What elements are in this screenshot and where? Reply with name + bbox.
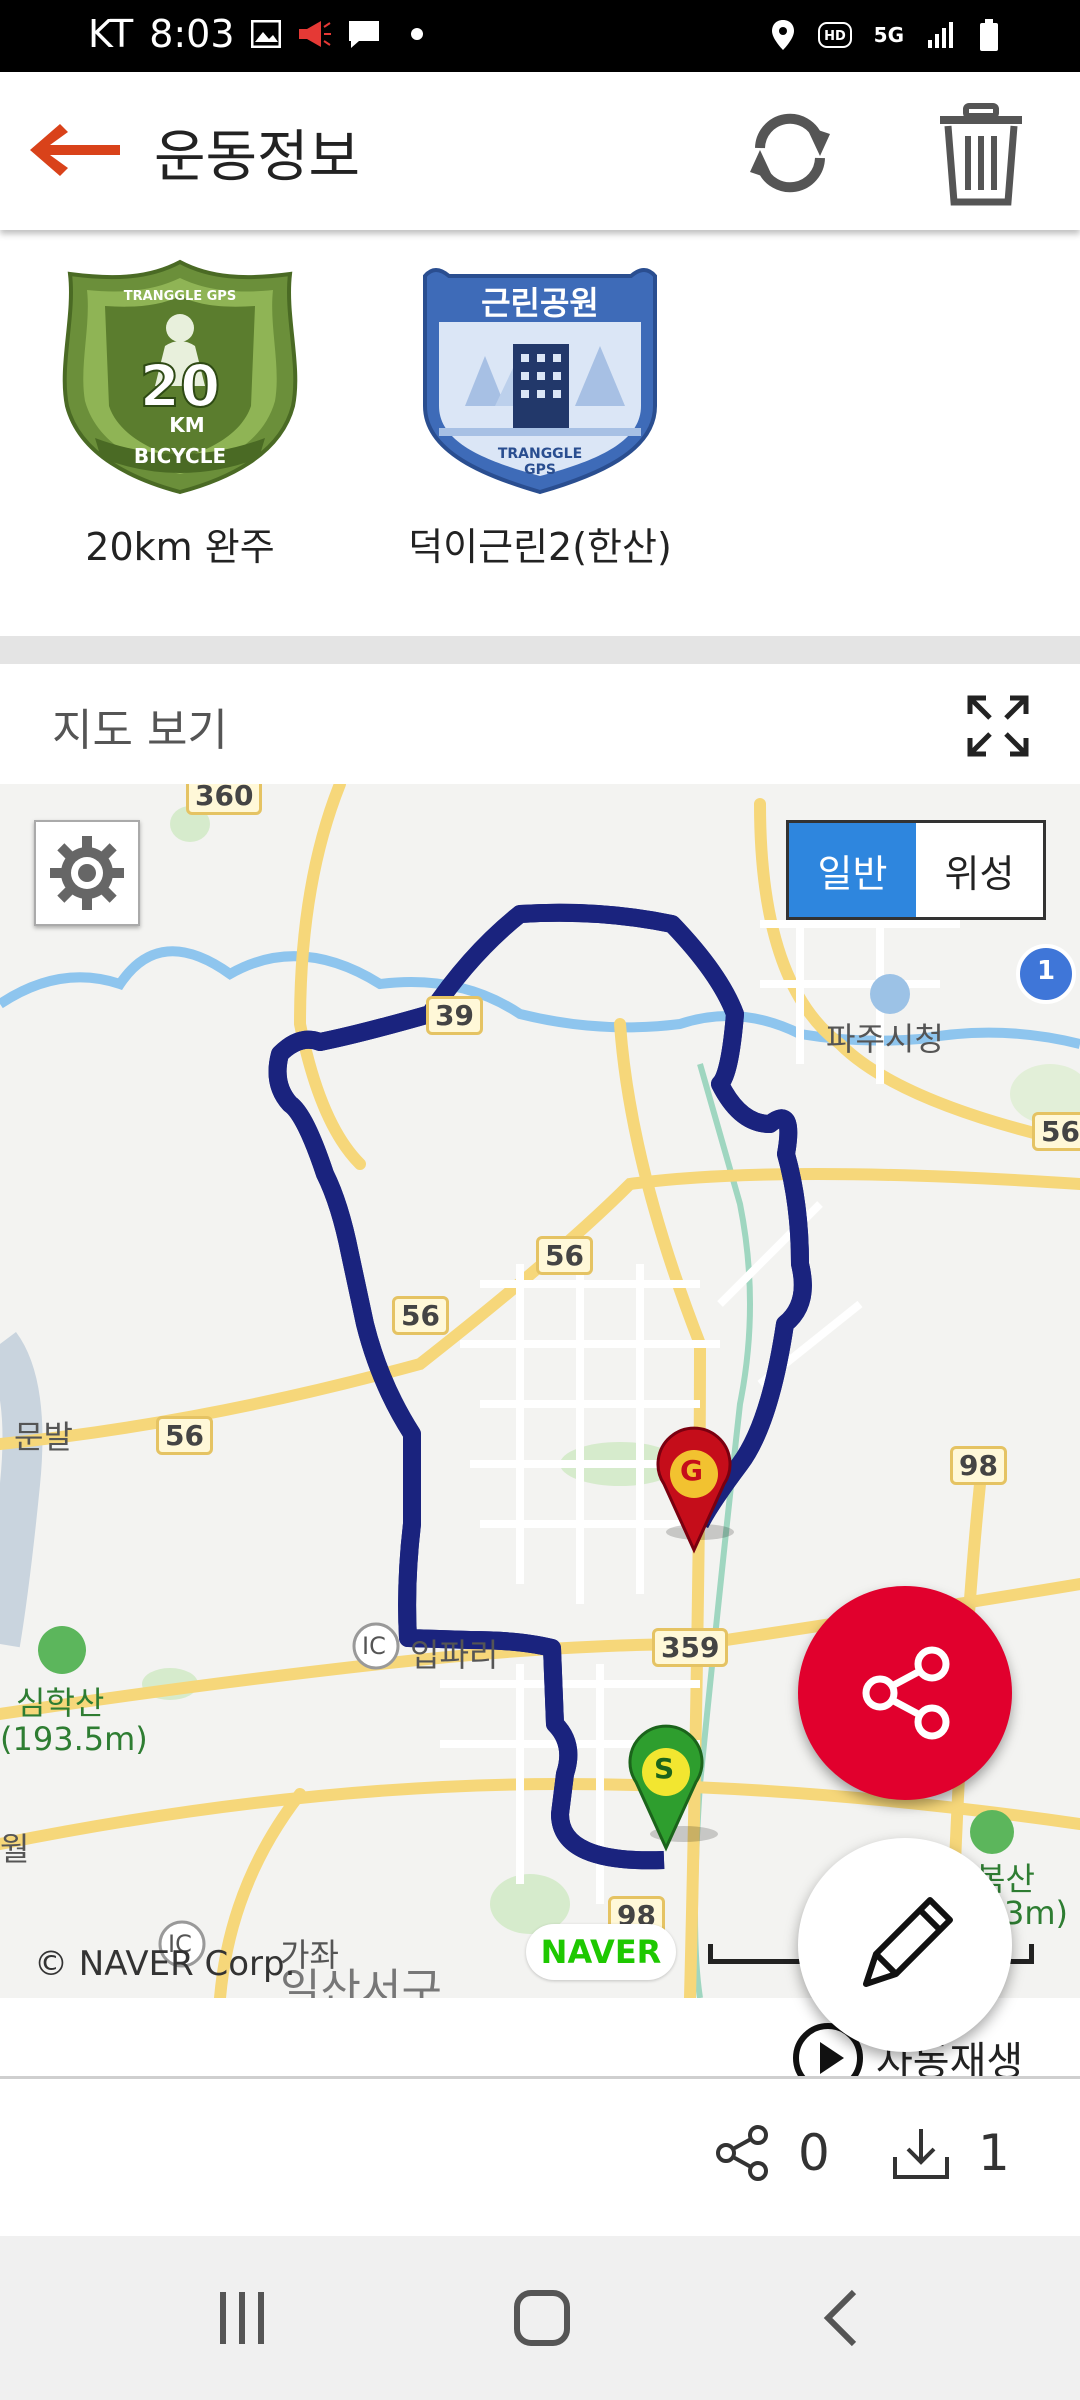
- road-shield: 56: [536, 1236, 593, 1275]
- wol-label: 월: [0, 1830, 30, 1868]
- network-type: 5G: [873, 23, 904, 47]
- munbal-label: 문발: [14, 1418, 73, 1456]
- status-right: HD 5G: [770, 18, 1000, 52]
- hd-voice-icon: HD: [817, 22, 852, 48]
- pencil-icon: [863, 1897, 953, 1987]
- goal-label: G: [680, 1454, 703, 1487]
- ilsanseogu-label: 일산서구: [280, 1965, 442, 1998]
- badge-label: 20km 완주: [85, 525, 275, 569]
- badge1-unit: KM: [169, 413, 204, 437]
- download-count-button[interactable]: 1: [890, 2123, 1010, 2183]
- recent-apps-icon[interactable]: [212, 2288, 272, 2348]
- map-copyright: © NAVER Corp.: [34, 1944, 296, 1984]
- badge2-brand-2: GPS: [524, 462, 556, 478]
- road-marker-1: 1: [1036, 956, 1056, 986]
- badge-label: 덕이근린2(한산): [408, 525, 672, 569]
- map-canvas: [0, 784, 1080, 1998]
- simhak-height-label: (193.5m): [0, 1720, 148, 1758]
- location-icon: [771, 20, 794, 50]
- battery-icon: [980, 19, 998, 51]
- map-mode-normal[interactable]: 일반: [789, 823, 916, 917]
- map-type-toggle: 일반 위성: [786, 820, 1046, 920]
- park-badge-icon: 근린공원 TRANGGLE GPS: [423, 268, 657, 495]
- download-icon: [893, 2129, 949, 2179]
- road-shield: 360: [186, 784, 263, 815]
- system-nav-bar: [0, 2236, 1080, 2400]
- section-divider: [0, 636, 1080, 664]
- road-shield: 56: [156, 1416, 213, 1455]
- home-icon[interactable]: [512, 2288, 572, 2348]
- naver-logo[interactable]: NAVER: [526, 1924, 676, 1980]
- road-shield: 39: [426, 996, 483, 1035]
- badge1-brand: TRANGGLE GPS: [124, 289, 236, 304]
- share-outline-icon: [716, 2125, 768, 2181]
- share-count: 0: [798, 2124, 830, 2182]
- share-fab-button[interactable]: [798, 1586, 1012, 1800]
- stats-bar: 0 1: [0, 2076, 1080, 2236]
- badge-bicycle-20km[interactable]: TRANGGLE GPS 20 KM BICYCLE 20km 완주: [40, 256, 320, 571]
- road-shield: 359: [652, 1628, 729, 1667]
- carrier-label: KT: [88, 12, 134, 56]
- nav-back-icon[interactable]: [812, 2288, 872, 2348]
- status-bar: KT 8:03 HD 5G: [0, 0, 1080, 72]
- city-hall-label: 파주시청: [826, 1020, 944, 1058]
- road-shield: 56: [1032, 1112, 1080, 1151]
- share-icon: [862, 1646, 950, 1740]
- bicycle-badge-icon: TRANGGLE GPS 20 KM BICYCLE: [62, 259, 298, 495]
- badge1-ribbon: BICYCLE: [134, 444, 226, 468]
- share-count-button[interactable]: 0: [712, 2123, 830, 2183]
- badge2-brand-1: TRANGGLE: [498, 446, 582, 462]
- back-arrow-icon[interactable]: [26, 120, 122, 180]
- map-settings-button[interactable]: [34, 820, 140, 926]
- app-header: 운동정보: [0, 72, 1080, 230]
- signal-icon: [928, 22, 953, 48]
- simhak-label: 심학산: [16, 1684, 105, 1722]
- refresh-icon[interactable]: [740, 108, 840, 198]
- megaphone-notification-icon: [298, 21, 331, 47]
- download-count: 1: [978, 2124, 1010, 2182]
- gallery-notification-icon: [250, 20, 281, 48]
- road-shield: 98: [950, 1446, 1007, 1485]
- badge-park[interactable]: 근린공원 TRANGGLE GPS 덕이근린2(한산): [390, 256, 690, 571]
- map-section-header: 지도 보기: [0, 664, 1080, 784]
- page-title: 운동정보: [154, 125, 361, 190]
- more-notifications-dot: [410, 28, 423, 40]
- expand-icon[interactable]: [966, 694, 1030, 758]
- route-map[interactable]: G S 파주시청 문발 심학산 (193.5m) 월 입파리 IC IC 가좌 …: [0, 784, 1080, 1998]
- map-view-label: 지도 보기: [52, 705, 228, 756]
- start-label: S: [654, 1752, 675, 1785]
- badge1-number: 20: [140, 352, 221, 420]
- message-notification-icon: [348, 21, 379, 48]
- map-mode-satellite[interactable]: 위성: [916, 823, 1043, 917]
- clock: 8:03: [149, 12, 235, 56]
- edit-fab-button[interactable]: [798, 1838, 1012, 2052]
- ipari-label: 입파리: [410, 1636, 499, 1674]
- badge2-banner: 근린공원: [481, 284, 599, 322]
- status-left: KT 8:03: [88, 12, 423, 56]
- road-shield: 56: [392, 1296, 449, 1335]
- svg-text:HD: HD: [824, 29, 846, 44]
- gear-icon: [50, 836, 124, 910]
- trash-icon[interactable]: [936, 102, 1026, 206]
- boksan-height-label: 3m): [1004, 1894, 1069, 1932]
- badge-section: TRANGGLE GPS 20 KM BICYCLE 20km 완주 근린공원 …: [0, 236, 1080, 636]
- ic-label: IC: [362, 1632, 386, 1660]
